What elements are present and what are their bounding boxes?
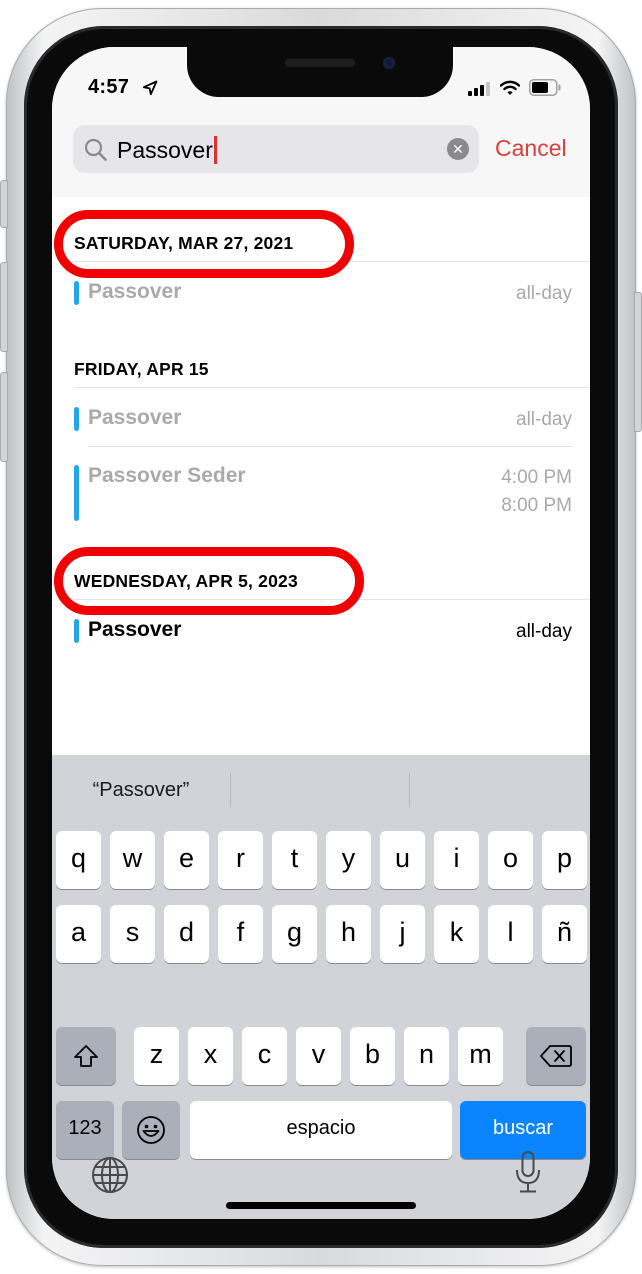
key-h[interactable]: h — [326, 905, 371, 963]
notch — [187, 47, 453, 97]
key-a[interactable]: a — [56, 905, 101, 963]
shift-key[interactable] — [56, 1027, 116, 1085]
day-header: SATURDAY, MAR 27, 2021 — [74, 233, 294, 253]
cancel-button[interactable]: Cancel — [495, 135, 567, 162]
home-indicator[interactable] — [226, 1202, 416, 1209]
key-p[interactable]: p — [542, 831, 587, 889]
event-title: Passover — [88, 618, 182, 641]
key-l[interactable]: l — [488, 905, 533, 963]
divider — [74, 599, 590, 600]
divider — [74, 261, 590, 262]
key-ñ[interactable]: ñ — [542, 905, 587, 963]
volume-up-button — [0, 262, 8, 352]
keyboard: “Passover” qwertyuiop asdfghjklñ zxcvbnm… — [52, 755, 590, 1219]
numbers-key[interactable]: 123 — [56, 1101, 114, 1159]
key-v[interactable]: v — [296, 1027, 341, 1085]
event-title: Passover Seder — [88, 464, 246, 487]
key-q[interactable]: q — [56, 831, 101, 889]
event-row[interactable]: Passover Seder 4:00 PM 8:00 PM — [74, 463, 572, 523]
volume-down-button — [0, 372, 8, 462]
key-d[interactable]: d — [164, 905, 209, 963]
emoji-key[interactable] — [122, 1101, 180, 1159]
battery-icon — [529, 79, 561, 96]
key-u[interactable]: u — [380, 831, 425, 889]
event-title: Passover — [88, 280, 182, 303]
calendar-color-bar — [74, 619, 79, 643]
space-key[interactable]: espacio — [190, 1101, 452, 1159]
key-x[interactable]: x — [188, 1027, 233, 1085]
event-row[interactable]: Passover all-day — [74, 279, 572, 309]
key-t[interactable]: t — [272, 831, 317, 889]
front-camera — [383, 57, 395, 69]
event-end-time: 8:00 PM — [501, 495, 572, 516]
status-time: 4:57 — [88, 76, 130, 98]
suggestion-item[interactable]: “Passover” — [52, 755, 230, 819]
event-row[interactable]: Passover all-day — [74, 405, 572, 435]
globe-icon[interactable] — [91, 1156, 129, 1194]
event-title: Passover — [88, 406, 182, 429]
text-caret — [213, 136, 217, 164]
suggestion-item[interactable] — [410, 755, 590, 819]
magnifying-glass-icon — [84, 138, 107, 161]
search-input-value[interactable]: Passover — [117, 136, 217, 164]
key-c[interactable]: c — [242, 1027, 287, 1085]
event-time: all-day — [516, 283, 572, 304]
microphone-icon[interactable] — [514, 1151, 542, 1195]
suggestion-bar: “Passover” — [52, 755, 590, 819]
day-header: FRIDAY, APR 15 — [74, 359, 209, 379]
event-time: all-day — [516, 409, 572, 430]
delete-key[interactable] — [526, 1027, 586, 1085]
cellular-signal-icon — [468, 82, 490, 96]
calendar-color-bar — [74, 465, 79, 521]
key-m[interactable]: m — [458, 1027, 503, 1085]
screen: 4:57 Passover ✕ Cancel SATURDAY, MAR 27,… — [52, 47, 590, 1219]
key-s[interactable]: s — [110, 905, 155, 963]
search-input[interactable]: Passover ✕ — [73, 125, 479, 173]
wifi-icon — [500, 80, 520, 95]
key-z[interactable]: z — [134, 1027, 179, 1085]
event-start-time: 4:00 PM — [501, 467, 572, 488]
event-row[interactable]: Passover all-day — [74, 617, 572, 647]
location-arrow-icon — [142, 80, 158, 96]
emoji-smile-icon — [137, 1116, 165, 1144]
suggestion-item[interactable] — [231, 755, 409, 819]
event-time: all-day — [516, 621, 572, 642]
speaker-grille — [285, 59, 355, 67]
divider — [74, 387, 590, 388]
clear-search-button[interactable]: ✕ — [447, 138, 469, 160]
divider — [88, 446, 572, 447]
clear-x-icon: ✕ — [452, 141, 464, 157]
key-e[interactable]: e — [164, 831, 209, 889]
silent-switch — [0, 180, 8, 228]
key-w[interactable]: w — [110, 831, 155, 889]
key-o[interactable]: o — [488, 831, 533, 889]
backspace-icon — [540, 1045, 572, 1067]
side-button — [634, 292, 642, 432]
day-header: WEDNESDAY, APR 5, 2023 — [74, 571, 298, 591]
key-y[interactable]: y — [326, 831, 371, 889]
calendar-color-bar — [74, 407, 79, 431]
key-k[interactable]: k — [434, 905, 479, 963]
key-n[interactable]: n — [404, 1027, 449, 1085]
key-j[interactable]: j — [380, 905, 425, 963]
key-b[interactable]: b — [350, 1027, 395, 1085]
key-f[interactable]: f — [218, 905, 263, 963]
key-r[interactable]: r — [218, 831, 263, 889]
key-g[interactable]: g — [272, 905, 317, 963]
shift-arrow-icon — [74, 1045, 98, 1067]
search-results-list: SATURDAY, MAR 27, 2021 Passover all-day … — [52, 197, 590, 757]
key-i[interactable]: i — [434, 831, 479, 889]
calendar-color-bar — [74, 281, 79, 305]
